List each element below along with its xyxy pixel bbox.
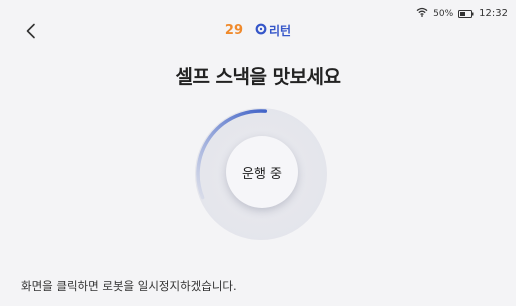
return-icon: [255, 23, 267, 38]
battery-percent: 50%: [433, 8, 454, 19]
return-label: 리턴: [269, 24, 292, 38]
status-button[interactable]: 운행 중: [226, 136, 298, 208]
page-title: 셀프 스낵을 맛보세요: [175, 66, 341, 88]
header-center: 29 리턴: [0, 22, 516, 39]
battery-fill: [460, 11, 466, 16]
progress-indicator: 운행 중: [195, 108, 327, 240]
top-bar: 29 리턴: [0, 18, 516, 46]
countdown-timer: 29: [224, 23, 243, 38]
status-label: 운행 중: [241, 166, 282, 182]
pause-hint: 화면을 클릭하면 로봇을 일시정지하겠습니다.: [21, 279, 237, 293]
return-button[interactable]: 리턴: [255, 22, 291, 39]
battery-icon: [458, 9, 474, 18]
